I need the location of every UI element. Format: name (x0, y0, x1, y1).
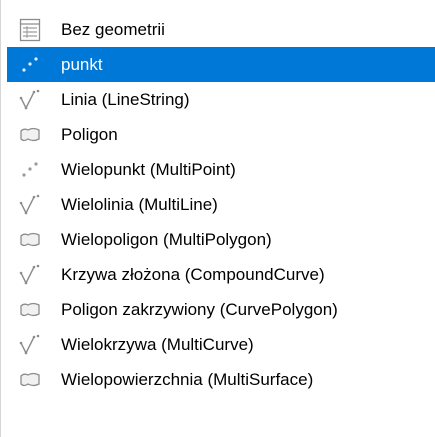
option-label: Wielopowierzchnia (MultiSurface) (61, 370, 314, 389)
option-label: punkt (61, 55, 103, 74)
option-label: Poligon (61, 125, 118, 144)
polygon-icon (17, 297, 43, 323)
option-multisurface[interactable]: Wielopowierzchnia (MultiSurface) (7, 362, 435, 397)
option-label: Wielopunkt (MultiPoint) (61, 160, 236, 179)
option-label: Poligon zakrzywiony (CurvePolygon) (61, 300, 338, 319)
option-multiline[interactable]: Wielolinia (MultiLine) (7, 187, 435, 222)
polygon-icon (17, 367, 43, 393)
line-icon (17, 192, 43, 218)
option-label: Krzywa złożona (CompoundCurve) (61, 265, 325, 284)
line-icon (17, 262, 43, 288)
option-multipolygon[interactable]: Wielopoligon (MultiPolygon) (7, 222, 435, 257)
option-multipoint[interactable]: Wielopunkt (MultiPoint) (7, 152, 435, 187)
line-icon (17, 87, 43, 113)
line-icon (17, 332, 43, 358)
option-multicurve[interactable]: Wielokrzywa (MultiCurve) (7, 327, 435, 362)
table-icon (17, 17, 43, 43)
point-icon (17, 157, 43, 183)
option-no-geometry[interactable]: Bez geometrii (7, 12, 435, 47)
polygon-icon (17, 227, 43, 253)
option-label: Wielopoligon (MultiPolygon) (61, 230, 272, 249)
option-linestring[interactable]: Linia (LineString) (7, 82, 435, 117)
option-label: Wielokrzywa (MultiCurve) (61, 335, 254, 354)
option-curvepolygon[interactable]: Poligon zakrzywiony (CurvePolygon) (7, 292, 435, 327)
point-icon (17, 52, 43, 78)
option-label: Bez geometrii (61, 20, 165, 39)
option-polygon[interactable]: Poligon (7, 117, 435, 152)
option-label: Wielolinia (MultiLine) (61, 195, 218, 214)
option-point-selected[interactable]: punkt (7, 47, 435, 82)
option-compoundcurve[interactable]: Krzywa złożona (CompoundCurve) (7, 257, 435, 292)
option-label: Linia (LineString) (61, 90, 190, 109)
geometry-type-dropdown-list: Bez geometrii punkt Linia (LineString) P… (0, 0, 435, 437)
polygon-icon (17, 122, 43, 148)
